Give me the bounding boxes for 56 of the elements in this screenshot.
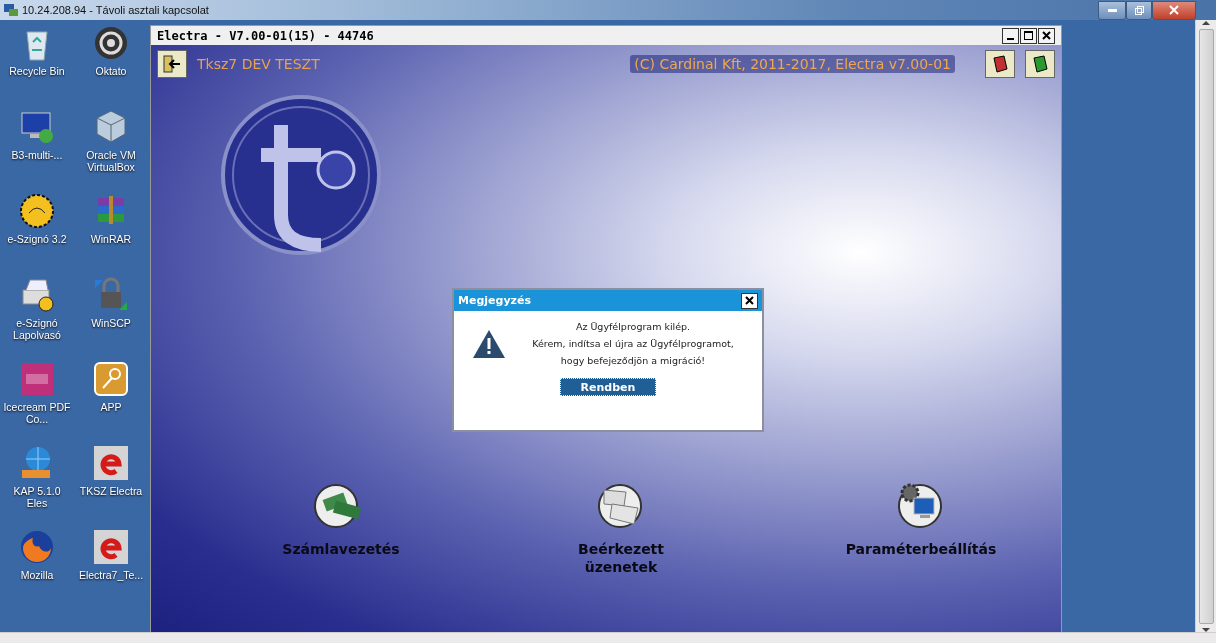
remote-session-title: 10.24.208.94 - Távoli asztali kapcsolat (22, 4, 209, 16)
letter-e-icon (92, 528, 130, 566)
desktop-icon-label[interactable]: e-Szignó 3.2 (2, 233, 72, 245)
desktop-icon-label[interactable]: Oktato (76, 65, 146, 77)
desktop-icon-label[interactable]: TKSZ Electra (76, 485, 146, 497)
dialog-title: Megjegyzés (458, 294, 531, 307)
close-icon (1169, 5, 1179, 15)
desktop-icon-label[interactable]: Electra7_Te... (76, 569, 146, 581)
exit-door-icon (163, 55, 181, 73)
horizontal-scrollbar[interactable] (0, 632, 1216, 643)
minimize-icon (1107, 8, 1117, 12)
window-title: Electra - V7.00-01(15) - 44746 (157, 28, 374, 43)
menu-item[interactable]: Beérkezett üzenetek (578, 540, 664, 576)
seal-icon (18, 192, 56, 230)
phonebook-button[interactable] (985, 50, 1015, 78)
copyright-text: (C) Cardinal Kft, 2011-2017, Electra v7.00-01 (630, 55, 955, 73)
dialog-message: Kérem, indítsa el újra az Ügyfélprogramot, (532, 338, 734, 349)
maximize-icon (1024, 31, 1033, 40)
book-icon (1031, 55, 1049, 73)
desktop-icon-label[interactable]: APP (76, 401, 146, 413)
dialog-message: Az Ügyfélprogram kilép. (575, 321, 691, 332)
desktop-icon-label[interactable]: Icecream PDF Co... (2, 401, 72, 425)
fox-globe-icon (18, 528, 56, 566)
desktop-icon-label[interactable]: Recycle Bin (2, 65, 72, 77)
menu-item[interactable]: Paraméterbeállítás (845, 540, 997, 558)
desktop-icon-label[interactable]: WinRAR (76, 233, 146, 245)
desktop-icon-label[interactable]: e-Szignó Lapolvasó (2, 317, 72, 341)
close-button[interactable] (1038, 27, 1055, 44)
desktop-icon-label[interactable]: Mozilla (2, 569, 72, 581)
close-icon (745, 296, 754, 305)
desktop-icon-label[interactable]: KAP 5.1.0 Eles (2, 485, 72, 509)
close-icon (1042, 31, 1051, 40)
scrollbar-thumb[interactable] (1198, 29, 1214, 624)
swirl-icon (92, 24, 130, 62)
desktop-icon-label[interactable]: B3-multi-... (2, 149, 72, 161)
restore-icon (1134, 5, 1144, 15)
key-icon (92, 360, 130, 398)
desktop-icon-label[interactable]: Oracle VM VirtualBox (76, 149, 146, 173)
minimize-button[interactable] (1002, 27, 1019, 44)
help-button[interactable] (1025, 50, 1055, 78)
app-header-title: Tksz7 DEV TESZT (197, 56, 320, 72)
restore-button[interactable] (1126, 0, 1152, 20)
ok-button[interactable]: Rendben (560, 378, 656, 396)
remote-desktop-icon (4, 4, 18, 16)
document-icon (18, 360, 56, 398)
desktop-icon-label[interactable]: WinSCP (76, 317, 146, 329)
minimize-icon (1007, 37, 1014, 40)
warning-icon (472, 328, 506, 359)
exit-button[interactable] (157, 50, 187, 78)
letter-e-icon (92, 444, 130, 482)
maximize-button[interactable] (1020, 27, 1037, 44)
book-icon (991, 55, 1009, 73)
dialog-message: hogy befejeződjön a migráció! (560, 355, 706, 366)
close-button[interactable] (741, 292, 758, 309)
close-button[interactable] (1152, 0, 1196, 20)
minimize-button[interactable] (1098, 0, 1126, 20)
